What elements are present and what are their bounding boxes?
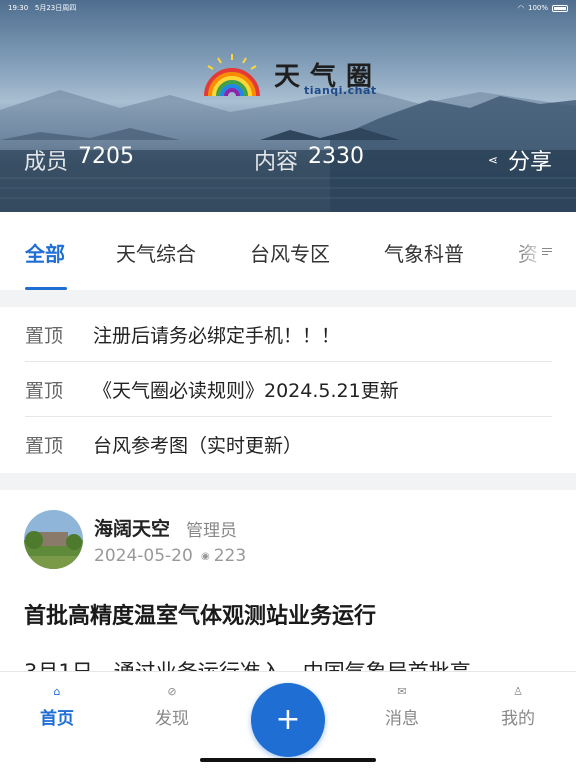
wifi-icon: ◠ [517, 4, 524, 12]
share-icon: ⋖ [487, 153, 498, 167]
header-banner: 19:30 5月23日周四 ◠ 100% 天气圈 tianqi.chat 成员 … [0, 0, 576, 212]
post-date: 2024-05-20 [94, 546, 193, 566]
pinned-tag: 置顶 [25, 324, 64, 347]
battery-percent: 100% [527, 4, 548, 12]
author-name[interactable]: 海阔天空 [94, 514, 170, 541]
create-post-button[interactable]: + [251, 683, 325, 757]
active-tab-indicator [25, 287, 67, 290]
post-views: ◉ 223 [201, 546, 246, 566]
pinned-title: 《天气圈必读规则》2024.5.21更新 [93, 379, 399, 402]
view-count: 223 [213, 546, 247, 566]
mail-icon: ✉ [397, 685, 407, 698]
tabs-menu-icon[interactable] [542, 248, 552, 258]
share-label: 分享 [507, 150, 552, 175]
tab-weather-general[interactable]: 天气综合 [116, 238, 196, 267]
pinned-title: 台风参考图（实时更新） [93, 435, 303, 457]
logo-subtitle: tianqi.chat [304, 84, 377, 97]
post-title[interactable]: 首批高精度温室气体观测站业务运行 [24, 598, 376, 630]
tab-typhoon[interactable]: 台风专区 [250, 238, 330, 267]
author-avatar[interactable] [24, 510, 83, 569]
nav-profile-label: 我的 [501, 709, 535, 729]
status-time: 19:30 [8, 4, 29, 12]
home-icon: ⌂ [53, 685, 61, 698]
members-stat: 成员 7205 [24, 144, 134, 176]
nav-discover[interactable]: ⊘ 发现 [142, 684, 202, 729]
post-card[interactable]: 海阔天空 管理员 2024-05-20 ◉ 223 首批高精度温室气体观测站业务… [0, 490, 576, 690]
user-icon: ♙ [513, 685, 523, 698]
app-logo: 天气圈 tianqi.chat [200, 52, 390, 102]
nav-messages-label: 消息 [385, 709, 419, 729]
status-bar: 19:30 5月23日周四 ◠ 100% [8, 2, 568, 14]
pinned-item[interactable]: 置顶 台风参考图（实时更新） [25, 417, 552, 472]
nav-discover-label: 发现 [155, 709, 189, 729]
battery-icon [552, 4, 568, 12]
content-value: 2330 [308, 144, 365, 169]
rainbow-icon [204, 54, 260, 97]
landscape-background [0, 88, 576, 212]
nav-home-label: 首页 [40, 709, 74, 729]
share-button[interactable]: ⋖ 分享 [488, 144, 552, 176]
category-tabs: 全部 天气综合 台风专区 气象科普 资 [0, 212, 576, 290]
pinned-item[interactable]: 置顶 《天气圈必读规则》2024.5.21更新 [25, 362, 552, 417]
content-stat: 内容 2330 [254, 144, 364, 176]
content-label: 内容 [254, 150, 299, 175]
members-label: 成员 [24, 150, 69, 175]
compass-icon: ⊘ [167, 685, 177, 698]
home-indicator [200, 758, 376, 762]
tab-meteorology-science[interactable]: 气象科普 [384, 238, 464, 267]
pinned-list: 置顶 注册后请务必绑定手机！！！ 置顶 《天气圈必读规则》2024.5.21更新… [0, 307, 576, 473]
author-role-badge: 管理员 [186, 521, 237, 541]
nav-profile[interactable]: ♙ 我的 [488, 684, 548, 729]
nav-messages[interactable]: ✉ 消息 [372, 684, 432, 729]
community-stats: 成员 7205 内容 2330 ⋖ 分享 [0, 140, 576, 176]
avatar-image [24, 510, 83, 569]
members-value: 7205 [78, 144, 135, 169]
eye-icon: ◉ [201, 550, 210, 562]
pinned-item[interactable]: 置顶 注册后请务必绑定手机！！！ [25, 307, 552, 362]
pinned-tag: 置顶 [25, 379, 64, 402]
pinned-tag: 置顶 [25, 435, 64, 457]
tab-all[interactable]: 全部 [25, 238, 65, 267]
pinned-title: 注册后请务必绑定手机！！！ [93, 324, 341, 347]
app-screen: 19:30 5月23日周四 ◠ 100% 天气圈 tianqi.chat 成员 … [0, 0, 576, 768]
status-date: 5月23日周四 [34, 4, 77, 12]
tabs-fade [506, 212, 576, 290]
nav-home[interactable]: ⌂ 首页 [27, 684, 87, 729]
